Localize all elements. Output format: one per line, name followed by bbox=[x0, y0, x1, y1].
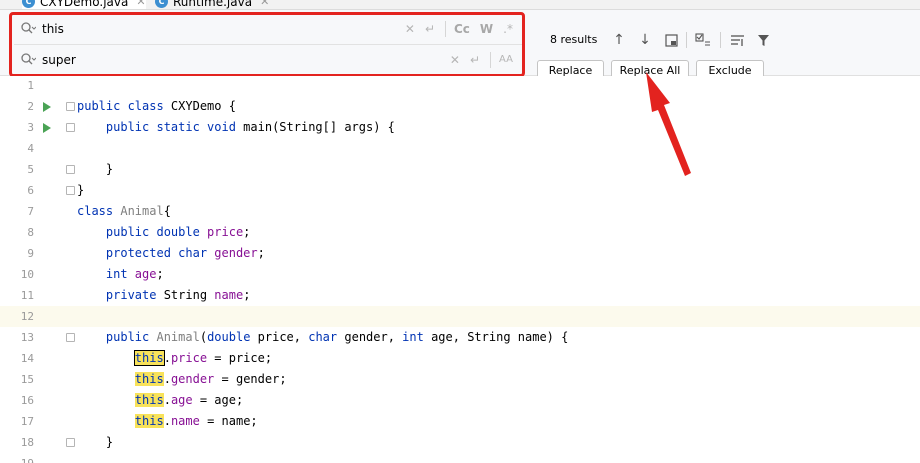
divider bbox=[720, 32, 721, 48]
fold-icon[interactable] bbox=[66, 438, 75, 447]
run-icon[interactable] bbox=[43, 102, 51, 112]
fold-icon[interactable] bbox=[66, 165, 75, 174]
tab-runtime[interactable]: C Runtime.java ✕ bbox=[155, 0, 269, 9]
code-line: 5 } bbox=[0, 159, 920, 180]
code-line: 7 class Animal{ bbox=[0, 201, 920, 222]
close-icon[interactable]: ✕ bbox=[136, 0, 145, 8]
line-number: 4 bbox=[27, 142, 34, 155]
select-all-occurrences-icon[interactable] bbox=[662, 31, 680, 49]
code-line: 15 this.gender = gender; bbox=[0, 369, 920, 390]
previous-occurrence-icon[interactable]: ↑ bbox=[610, 31, 628, 49]
fold-icon[interactable] bbox=[66, 186, 75, 195]
code-text: protected char gender; bbox=[77, 246, 265, 260]
code-line: 2 public class CXYDemo { bbox=[0, 96, 920, 117]
line-number: 16 bbox=[20, 394, 34, 407]
code-line: 17 this.name = name; bbox=[0, 411, 920, 432]
code-text: } bbox=[77, 183, 85, 197]
code-text: } bbox=[77, 162, 114, 176]
line-number: 12 bbox=[20, 310, 34, 323]
close-icon[interactable]: ✕ bbox=[260, 0, 269, 8]
code-line: 11 private String name; bbox=[0, 285, 920, 306]
line-number: 14 bbox=[20, 352, 34, 365]
code-text: int age; bbox=[77, 267, 164, 281]
code-text: class Animal{ bbox=[77, 204, 171, 218]
code-line: 9 protected char gender; bbox=[0, 243, 920, 264]
line-number: 6 bbox=[27, 184, 34, 197]
code-line: 10 int age; bbox=[0, 264, 920, 285]
line-number: 10 bbox=[20, 268, 34, 281]
line-number: 15 bbox=[20, 373, 34, 386]
multiline-icon[interactable] bbox=[728, 31, 746, 49]
fold-icon[interactable] bbox=[66, 102, 75, 111]
code-line: 6 } bbox=[0, 180, 920, 201]
code-text: public class CXYDemo { bbox=[77, 99, 236, 113]
code-line: 8 public double price; bbox=[0, 222, 920, 243]
code-line: 1 bbox=[0, 75, 920, 96]
line-number: 11 bbox=[20, 289, 34, 302]
line-number: 17 bbox=[20, 415, 34, 428]
line-number: 1 bbox=[27, 79, 34, 92]
tab-label: CXYDemo.java bbox=[40, 0, 129, 9]
java-class-icon: C bbox=[22, 0, 35, 8]
annotation-highlight-box bbox=[9, 12, 525, 77]
current-line: 12 bbox=[0, 306, 920, 327]
next-occurrence-icon[interactable]: ↓ bbox=[636, 31, 654, 49]
line-number: 2 bbox=[27, 100, 34, 113]
code-text: public static void main(String[] args) { bbox=[77, 120, 395, 134]
code-text: this.name = name; bbox=[134, 414, 258, 428]
line-number: 8 bbox=[27, 226, 34, 239]
line-number: 3 bbox=[27, 121, 34, 134]
code-line: 13 public Animal(double price, char gend… bbox=[0, 327, 920, 348]
results-count: 8 results bbox=[550, 33, 598, 46]
filter-search-results-icon[interactable] bbox=[694, 31, 712, 49]
divider bbox=[686, 32, 687, 48]
tab-label: Runtime.java bbox=[173, 0, 253, 9]
code-line: 14 this.price = price; bbox=[0, 348, 920, 369]
editor-tab-strip: C CXYDemo.java ✕ C Runtime.java ✕ bbox=[0, 0, 920, 10]
search-match: this bbox=[134, 393, 164, 407]
tab-cxydemo[interactable]: C CXYDemo.java ✕ bbox=[22, 0, 146, 9]
code-text: this.gender = gender; bbox=[134, 372, 287, 386]
fold-icon[interactable] bbox=[66, 123, 75, 132]
code-line: 16 this.age = age; bbox=[0, 390, 920, 411]
code-text: this.age = age; bbox=[134, 393, 244, 407]
fold-icon[interactable] bbox=[66, 333, 75, 342]
code-text: } bbox=[77, 435, 114, 449]
code-editor[interactable]: 1 2 public class CXYDemo { 3 public stat… bbox=[0, 76, 920, 463]
code-line: 4 bbox=[0, 138, 920, 159]
code-line: 3 public static void main(String[] args)… bbox=[0, 117, 920, 138]
code-text: public Animal(double price, char gender,… bbox=[77, 330, 569, 344]
code-text: public double price; bbox=[77, 225, 251, 239]
filter-icon[interactable] bbox=[754, 31, 772, 49]
search-match: this bbox=[134, 414, 164, 428]
code-text: private String name; bbox=[77, 288, 251, 302]
line-number: 9 bbox=[27, 247, 34, 260]
line-number: 7 bbox=[27, 205, 34, 218]
line-number: 5 bbox=[27, 163, 34, 176]
code-line: 18 } bbox=[0, 432, 920, 453]
line-number: 18 bbox=[20, 436, 34, 449]
line-number: 19 bbox=[0, 453, 34, 463]
code-text: this.price = price; bbox=[133, 350, 273, 366]
search-match-current: this bbox=[133, 350, 165, 366]
search-match: this bbox=[134, 372, 164, 386]
java-class-icon: C bbox=[155, 0, 168, 8]
line-number: 13 bbox=[20, 331, 34, 344]
run-icon[interactable] bbox=[43, 123, 51, 133]
code-line: 19 bbox=[0, 453, 920, 463]
